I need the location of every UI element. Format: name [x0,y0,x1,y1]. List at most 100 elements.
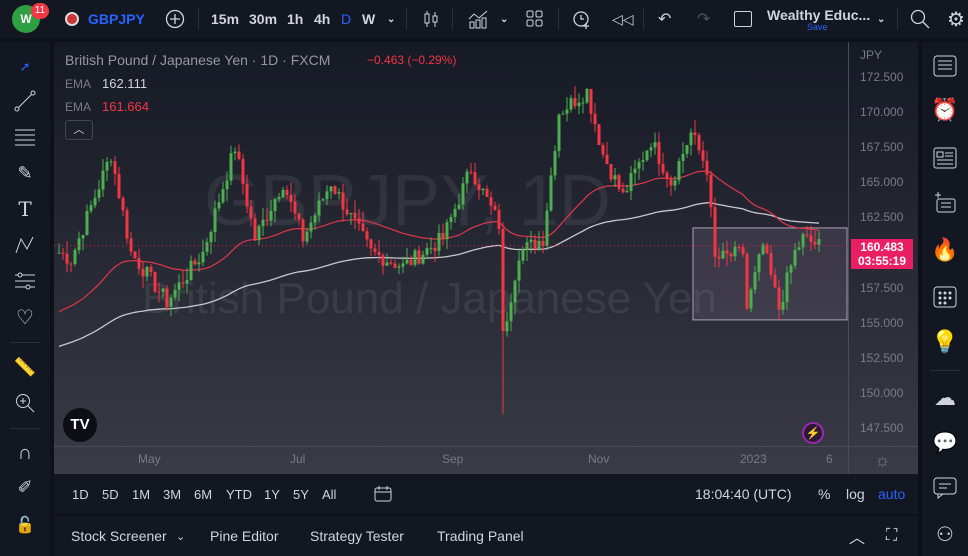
legend-title: British Pound / Japanese Yen · 1D · FXCM [65,52,331,68]
range-6m[interactable]: 6M [194,474,212,514]
interval-w[interactable]: W [362,0,375,38]
compare-add-button[interactable] [164,0,186,38]
candle-body [625,191,629,193]
price-tick: 147.500 [860,421,904,435]
collapse-legend-button[interactable]: ︿ [65,120,93,140]
chat-cloud-icon[interactable]: ☁ [931,384,959,412]
candle-body [541,240,545,247]
lightning-icon[interactable]: ⚡ [802,422,824,444]
redo-icon[interactable]: ↷ [697,0,710,38]
chevron-down-icon[interactable]: ⌄ [877,0,885,38]
candle-body [221,189,225,203]
alert-icon[interactable] [571,0,593,38]
news-icon[interactable] [931,144,959,172]
alarm-clock-icon[interactable]: ⏰ [931,96,959,124]
auto-toggle[interactable]: auto [878,474,905,514]
interval-d[interactable]: D [341,0,351,38]
lock-icon[interactable]: 🔓 [12,512,38,538]
candle-body [561,113,565,115]
candle-body [681,153,685,161]
candle-body [301,219,305,242]
tab-pine-editor[interactable]: Pine Editor [210,516,278,556]
calendar-icon[interactable] [931,282,959,310]
undo-icon[interactable]: ↶ [658,0,671,38]
prediction-icon[interactable] [12,268,38,294]
candle-body [225,180,229,190]
ruler-icon[interactable]: 📏 [12,354,38,380]
candle-body [257,226,261,241]
date-range-icon[interactable] [374,474,392,514]
range-ytd[interactable]: YTD [226,474,252,514]
tradingview-logo[interactable]: TV [63,408,97,442]
interval-1h[interactable]: 1h [287,0,303,38]
price-tick: 165.000 [860,175,904,190]
currency-selector[interactable]: JPY [860,48,882,62]
help-icon[interactable]: ⚇ [931,520,959,548]
chevron-down-icon[interactable]: ⌄ [176,516,185,556]
add-list-icon[interactable] [931,188,959,216]
range-3m[interactable]: 3M [163,474,181,514]
watchlist-icon[interactable] [931,52,959,80]
maximize-panel-icon[interactable]: ⛶ [886,516,897,556]
range-1y[interactable]: 1Y [264,474,280,514]
candle-body [745,253,749,309]
price-plot[interactable] [54,42,848,446]
tab-strategy-tester[interactable]: Strategy Tester [310,516,404,556]
percent-toggle[interactable]: % [818,474,830,514]
symbol-search[interactable]: GBPJPY [88,0,145,38]
brush-icon[interactable]: ✎ [12,160,38,186]
interval-30m[interactable]: 30m [249,0,277,38]
ema-slow-label[interactable]: EMA [65,77,91,91]
candle-body [529,239,533,243]
range-5d[interactable]: 5D [102,474,119,514]
lock-drawings-icon[interactable]: ✐ [12,474,38,500]
tab-stock-screener[interactable]: Stock Screener [71,516,167,556]
search-icon[interactable] [910,0,930,38]
candles-icon[interactable] [422,0,440,38]
candle-body [685,145,689,154]
fullscreen-square-icon[interactable] [734,0,752,38]
interval-15m[interactable]: 15m [211,0,239,38]
candle-body [573,98,577,107]
messages-icon[interactable] [931,474,959,502]
candle-body [425,248,429,255]
candle-body [405,259,409,264]
chevron-down-icon[interactable]: ⌄ [500,0,508,38]
candle-body [453,208,457,217]
chart-pane[interactable]: GBPJPY, 1D British Pound / Japanese Yen … [54,42,918,474]
hotlist-flame-icon[interactable]: 🔥 [931,236,959,264]
log-toggle[interactable]: log [846,474,865,514]
candle-body [709,174,713,208]
candle-body [209,232,213,243]
candle-body [249,206,253,219]
chevron-down-icon[interactable]: ⌄ [387,0,395,38]
layout-grid-icon[interactable] [526,0,544,38]
range-all[interactable]: All [322,474,336,514]
range-1m[interactable]: 1M [132,474,150,514]
interval-4h[interactable]: 4h [314,0,330,38]
heart-icon[interactable]: ♡ [12,304,38,330]
save-label[interactable]: Save [807,22,828,32]
zoom-in-icon[interactable] [12,390,38,416]
tab-trading-panel[interactable]: Trading Panel [437,516,524,556]
candle-body [177,282,181,290]
collapse-panel-icon[interactable]: ︿ [849,516,865,556]
range-1d[interactable]: 1D [72,474,89,514]
cursor-icon[interactable]: ➚ [12,54,38,80]
fib-lines-icon[interactable] [12,124,38,150]
ideas-lightbulb-icon[interactable]: 💡 [931,328,959,356]
candle-body [329,186,333,192]
replay-icon[interactable]: ◁◁ [612,0,634,38]
settings-gear-icon[interactable]: ⚙ [947,0,965,38]
magnet-icon[interactable]: ∩ [12,440,38,466]
range-5y[interactable]: 5Y [293,474,309,514]
utc-clock[interactable]: 18:04:40 (UTC) [695,474,791,514]
ema-fast-label[interactable]: EMA [65,100,91,114]
chats-icon[interactable]: 💬 [931,428,959,456]
trendline-icon[interactable] [12,88,38,114]
indicators-icon[interactable] [467,0,489,38]
axis-settings-icon[interactable]: ☼ [874,450,891,471]
text-icon[interactable]: T [12,196,38,222]
layout-name[interactable]: Wealthy Educ... [767,7,870,23]
pattern-icon[interactable] [12,232,38,258]
